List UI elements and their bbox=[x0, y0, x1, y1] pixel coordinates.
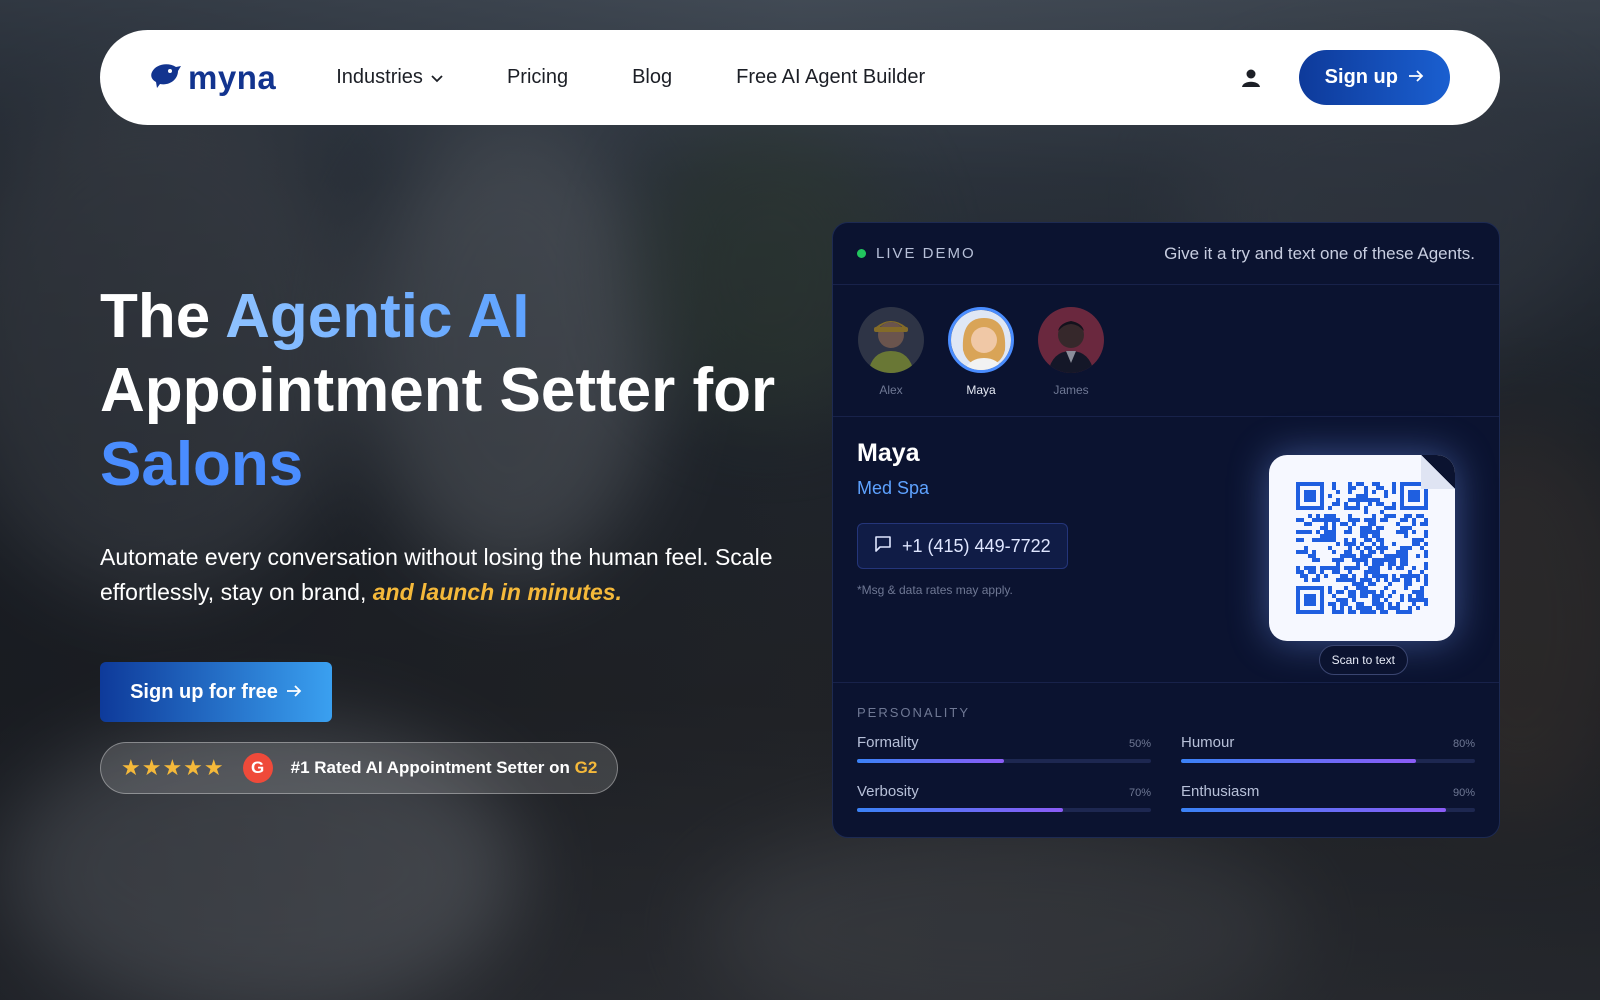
trait-enthusiasm: Enthusiasm 90% bbox=[1181, 783, 1475, 812]
avatar bbox=[1038, 307, 1104, 373]
rating-text: #1 Rated AI Appointment Setter on G2 bbox=[291, 758, 598, 778]
brand-name: myna bbox=[188, 58, 277, 96]
demo-tagline: Give it a try and text one of these Agen… bbox=[1164, 243, 1475, 263]
nav-item-pricing[interactable]: Pricing bbox=[507, 66, 568, 89]
nav-item-label: Free AI Agent Builder bbox=[736, 66, 926, 88]
agent-detail: Maya Med Spa +1 (415) 449-7722 *Msg & da… bbox=[833, 417, 1499, 683]
avatar bbox=[948, 307, 1014, 373]
trait-value: 50% bbox=[1128, 738, 1151, 750]
qr-code-card[interactable] bbox=[1269, 455, 1455, 641]
trait-bar bbox=[1181, 808, 1475, 812]
trait-bar-fill bbox=[857, 759, 1004, 763]
rating-brand: G2 bbox=[574, 758, 598, 777]
nav-item-label: Blog bbox=[632, 66, 673, 88]
trait-name: Humour bbox=[1181, 734, 1235, 751]
hero-title-part1: The bbox=[100, 282, 226, 351]
top-navbar: myna Industries Pricing Blog Free AI Age… bbox=[100, 30, 1500, 125]
nav-item-agent-builder[interactable]: Free AI Agent Builder bbox=[736, 66, 925, 89]
nav-item-industries[interactable]: Industries bbox=[336, 66, 443, 89]
trait-value: 90% bbox=[1452, 787, 1475, 799]
live-label: LIVE DEMO bbox=[876, 245, 976, 262]
qr-code-icon bbox=[1296, 482, 1428, 614]
nav-item-blog[interactable]: Blog bbox=[632, 66, 672, 89]
trait-value: 80% bbox=[1452, 738, 1475, 750]
live-indicator: LIVE DEMO bbox=[857, 245, 976, 262]
personality-title: PERSONALITY bbox=[857, 705, 971, 720]
agent-phone-button[interactable]: +1 (415) 449-7722 bbox=[857, 523, 1068, 569]
arrow-right-icon bbox=[286, 681, 302, 704]
agent-phone-number: +1 (415) 449-7722 bbox=[902, 535, 1051, 556]
trait-name: Enthusiasm bbox=[1181, 783, 1260, 800]
cta-label: Sign up for free bbox=[130, 680, 278, 703]
trait-verbosity: Verbosity 70% bbox=[857, 783, 1151, 812]
five-stars-icon: ★★★★★ bbox=[121, 755, 225, 780]
avatar bbox=[858, 307, 924, 373]
demo-header: LIVE DEMO Give it a try and text one of … bbox=[833, 223, 1499, 285]
bird-logo-icon bbox=[150, 62, 182, 93]
hero-subtitle-highlight: and launch in minutes. bbox=[372, 579, 622, 605]
agent-name: James bbox=[1053, 383, 1089, 397]
hero-title-industry: Salons bbox=[100, 430, 304, 499]
live-demo-panel: LIVE DEMO Give it a try and text one of … bbox=[832, 222, 1500, 838]
personality-section: PERSONALITY Formality 50% Humour 80% Verbo… bbox=[833, 683, 1499, 834]
scan-to-text-label: Scan to text bbox=[1318, 645, 1408, 675]
nav-links: Industries Pricing Blog Free AI Agent Bu… bbox=[336, 66, 925, 89]
trait-bar-fill bbox=[1181, 759, 1417, 763]
agent-selector: Alex Maya James bbox=[833, 285, 1499, 417]
nav-item-label: Pricing bbox=[506, 66, 569, 88]
agent-option-maya[interactable]: Maya bbox=[947, 307, 1015, 397]
trait-grid: Formality 50% Humour 80% Verbosity 70% Enth… bbox=[857, 734, 1475, 812]
hero-title-accent: Agentic AI bbox=[225, 282, 530, 351]
nav-signup-button[interactable]: Sign up bbox=[1298, 50, 1450, 105]
live-dot-icon bbox=[857, 249, 866, 258]
signup-label: Sign up bbox=[1324, 66, 1398, 88]
hero-subtitle: Automate every conversation without losi… bbox=[100, 540, 780, 610]
g2-logo-icon: G bbox=[242, 753, 273, 783]
trait-bar bbox=[857, 808, 1151, 812]
hero-title: The Agentic AI Appointment Setter for Sa… bbox=[100, 280, 790, 502]
brand-logo[interactable]: myna bbox=[150, 59, 276, 97]
agent-option-james[interactable]: James bbox=[1037, 307, 1105, 397]
trait-name: Formality bbox=[857, 734, 919, 751]
agent-option-alex[interactable]: Alex bbox=[857, 307, 925, 397]
trait-bar bbox=[857, 759, 1151, 763]
agent-name: Maya bbox=[966, 383, 996, 397]
trait-formality: Formality 50% bbox=[857, 734, 1151, 763]
trait-bar-fill bbox=[857, 808, 1063, 812]
trait-name: Verbosity bbox=[857, 783, 919, 800]
trait-value: 70% bbox=[1128, 787, 1151, 799]
nav-item-label: Industries bbox=[336, 66, 423, 88]
rating-badge: ★★★★★ G #1 Rated AI Appointment Setter o… bbox=[100, 742, 619, 794]
arrow-right-icon bbox=[1408, 66, 1424, 89]
trait-bar-fill bbox=[1181, 808, 1446, 812]
user-account-icon[interactable] bbox=[1239, 66, 1263, 90]
trait-humour: Humour 80% bbox=[1181, 734, 1475, 763]
page-fold-icon bbox=[1421, 455, 1455, 489]
rating-text-main: #1 Rated AI Appointment Setter on bbox=[290, 758, 575, 777]
signup-free-button[interactable]: Sign up for free bbox=[100, 662, 332, 722]
trait-bar bbox=[1181, 759, 1475, 763]
agent-name: Alex bbox=[879, 383, 903, 397]
chevron-down-icon bbox=[431, 66, 443, 89]
hero-title-part2: Appointment Setter for bbox=[100, 356, 776, 425]
hero-section: The Agentic AI Appointment Setter for Sa… bbox=[100, 280, 790, 794]
chat-bubble-icon bbox=[874, 535, 892, 558]
